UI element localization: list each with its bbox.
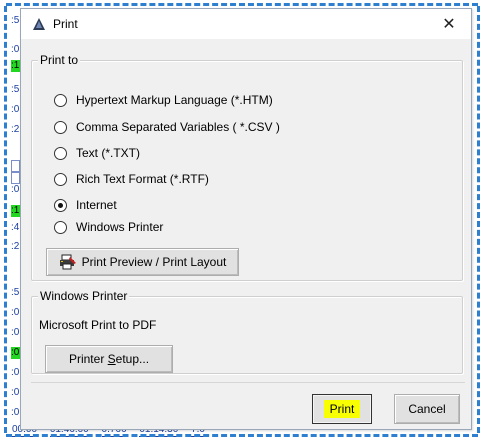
- radio-internet[interactable]: Internet: [54, 197, 117, 213]
- print-button-label: Print: [323, 400, 361, 418]
- print-to-legend: Print to: [38, 53, 81, 67]
- print-preview-button[interactable]: Print Preview / Print Layout: [46, 248, 239, 276]
- printer-name: Microsoft Print to PDF: [39, 318, 157, 332]
- close-icon: ✕: [442, 16, 456, 33]
- close-button[interactable]: ✕: [427, 9, 471, 39]
- radio-windows-printer[interactable]: Windows Printer: [54, 219, 163, 235]
- cancel-button[interactable]: Cancel: [394, 394, 460, 424]
- printer-setup-label: Printer Setup...: [68, 352, 150, 366]
- bg-cell: :1: [11, 60, 20, 72]
- cancel-button-label: Cancel: [408, 402, 446, 416]
- bg-cell: [11, 160, 20, 172]
- bg-cell: :5: [11, 84, 20, 95]
- radio-button[interactable]: [54, 146, 67, 160]
- bg-cell: [11, 172, 20, 184]
- dialog-title: Print: [53, 17, 78, 31]
- bg-cell: :5: [11, 287, 20, 298]
- bg-cell: :0: [11, 407, 20, 418]
- print-button[interactable]: Print: [312, 394, 372, 424]
- radio-button[interactable]: [54, 120, 67, 134]
- dialog-titlebar[interactable]: Print ✕: [21, 9, 471, 39]
- selection-frame-right: [477, 6, 480, 433]
- bg-cell: :4: [11, 222, 20, 233]
- bg-cell: :0: [11, 44, 20, 55]
- print-dialog: Print ✕ Print to Hypertext Markup Langua…: [20, 8, 472, 430]
- bg-cell: :0: [11, 387, 20, 398]
- printer-preview-icon: [59, 254, 77, 270]
- radio-button-checked[interactable]: [54, 198, 67, 212]
- bg-cell: :0: [11, 367, 20, 378]
- radio-csv[interactable]: Comma Separated Variables ( *.CSV ): [54, 119, 280, 135]
- radio-button[interactable]: [54, 220, 67, 234]
- radio-rtf[interactable]: Rich Text Format (*.RTF): [54, 171, 209, 187]
- radio-txt[interactable]: Text (*.TXT): [54, 145, 140, 161]
- bg-cell: :2: [11, 241, 20, 252]
- radio-label: Rich Text Format (*.RTF): [76, 172, 209, 186]
- selection-frame-top: [6, 3, 478, 6]
- bg-cell: :0: [11, 184, 20, 195]
- footer-separator: [31, 382, 465, 383]
- radio-button[interactable]: [54, 93, 67, 107]
- bg-cell: :0: [11, 327, 20, 338]
- selection-frame-bottom: [6, 434, 478, 437]
- selection-frame-left: [4, 6, 7, 433]
- print-triangle-icon: [29, 14, 49, 34]
- windows-printer-legend: Windows Printer: [38, 289, 130, 303]
- bg-cell: :0: [11, 307, 20, 318]
- bg-cell: :1: [11, 205, 20, 217]
- radio-button[interactable]: [54, 172, 67, 186]
- print-to-group: Print to Hypertext Markup Language (*.HT…: [31, 53, 463, 281]
- radio-label: Text (*.TXT): [76, 146, 141, 160]
- radio-label: Windows Printer: [76, 220, 164, 234]
- bg-cell: :5: [11, 15, 20, 26]
- printer-setup-button[interactable]: Printer Setup...: [45, 345, 173, 373]
- bg-cell: :2: [11, 124, 20, 135]
- bg-cell: :0: [11, 104, 20, 115]
- radio-htm[interactable]: Hypertext Markup Language (*.HTM): [54, 92, 273, 108]
- radio-label: Internet: [76, 198, 117, 212]
- radio-label: Comma Separated Variables ( *.CSV ): [76, 120, 280, 134]
- radio-label: Hypertext Markup Language (*.HTM): [76, 93, 273, 107]
- print-preview-label: Print Preview / Print Layout: [81, 255, 227, 269]
- bg-cell: :0: [11, 347, 20, 359]
